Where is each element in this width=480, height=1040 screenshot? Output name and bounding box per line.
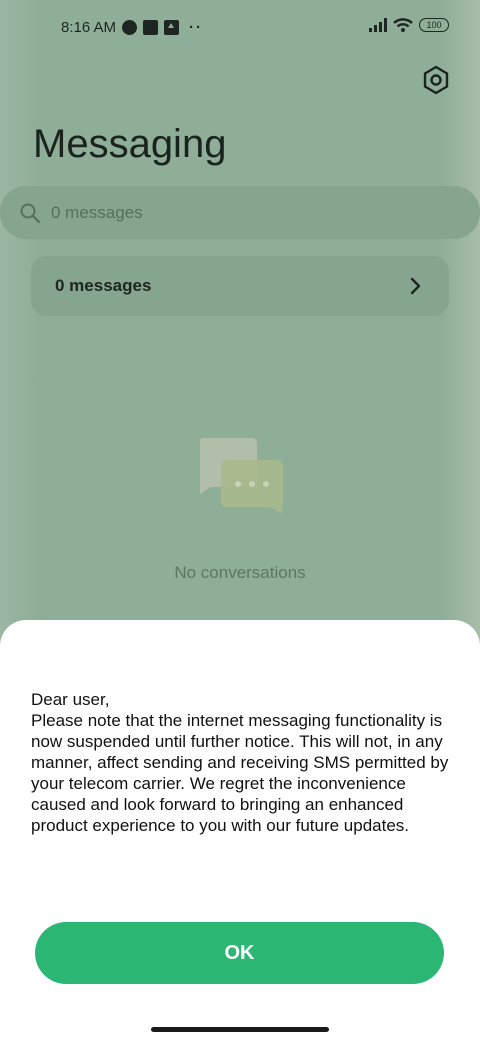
more-notifications-icon: ·· — [189, 19, 203, 36]
search-bar[interactable]: 0 messages — [0, 186, 480, 239]
status-time: 8:16 AM — [61, 19, 117, 36]
settings-hex-icon[interactable] — [420, 64, 452, 96]
search-input[interactable]: 0 messages — [51, 203, 143, 223]
search-icon — [20, 203, 41, 224]
battery-icon: 100 — [419, 18, 449, 32]
status-bar: 8:16 AM ·· 100 — [0, 0, 480, 56]
empty-state-text: No conversations — [174, 563, 306, 582]
notice-dialog: Dear user, Please note that the internet… — [0, 620, 480, 1040]
message-count-label: 0 messages — [55, 276, 152, 295]
signal-icon — [369, 18, 387, 32]
chat-bubbles-icon — [199, 438, 283, 514]
home-indicator[interactable] — [151, 1027, 329, 1032]
ok-button[interactable]: OK — [35, 922, 444, 984]
message-summary-card[interactable]: 0 messages — [31, 256, 449, 316]
dialog-message: Please note that the internet messaging … — [31, 711, 449, 835]
page-title: Messaging — [33, 122, 227, 166]
chevron-right-icon — [410, 277, 421, 295]
notification-circle-icon — [122, 20, 137, 35]
wifi-icon — [393, 18, 413, 32]
notification-upload-icon — [164, 20, 179, 35]
notification-icons: ·· — [122, 19, 203, 36]
notification-square-icon — [143, 20, 158, 35]
system-icons: 100 — [369, 18, 449, 32]
dialog-greeting: Dear user, — [31, 690, 110, 709]
